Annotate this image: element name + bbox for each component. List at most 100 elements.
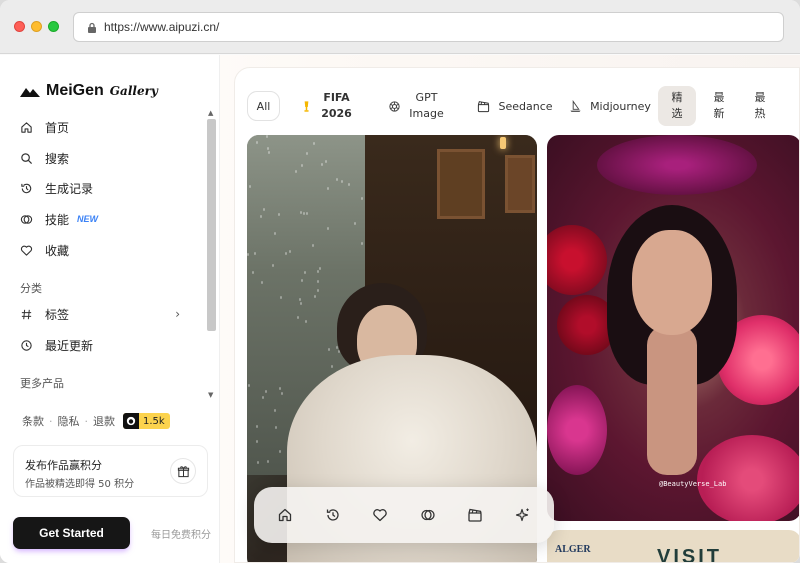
raindrop — [262, 396, 264, 399]
clapperboard-icon — [477, 100, 490, 113]
raindrop — [312, 244, 314, 247]
hash-icon — [20, 308, 33, 321]
promo-title: 发布作品赢积分 — [25, 459, 102, 472]
dock-video-button[interactable] — [459, 499, 491, 531]
filter-midjourney[interactable]: Midjourney — [569, 88, 651, 124]
dock-favorites-button[interactable] — [364, 499, 396, 531]
face — [632, 230, 712, 335]
raindrop — [327, 227, 329, 230]
privacy-link[interactable]: 隐私 — [58, 413, 80, 429]
raindrop — [268, 151, 270, 154]
gift-icon[interactable] — [170, 458, 196, 484]
wall-picture — [437, 149, 485, 219]
dock-skills-button[interactable] — [412, 499, 444, 531]
refund-link[interactable]: 退款 — [93, 413, 115, 429]
filter-label: FIFA 2026 — [321, 91, 352, 120]
close-window-button[interactable] — [14, 21, 25, 32]
clapperboard-icon — [468, 508, 482, 522]
logo[interactable]: MeiGen Gallery — [20, 81, 158, 101]
promo-card[interactable]: 发布作品赢积分 作品被精选即得 50 积分 — [13, 445, 208, 497]
sort-label: 精 选 — [671, 91, 683, 120]
lamp — [500, 137, 506, 149]
raindrop — [256, 141, 258, 144]
filter-gpt-image[interactable]: GPT Image — [381, 88, 451, 124]
raindrop — [280, 296, 282, 299]
scroll-down-arrow-icon[interactable]: ▼ — [208, 391, 213, 399]
raindrop — [279, 387, 281, 390]
sidebar-scrollbar-thumb[interactable] — [207, 119, 216, 331]
gallery-image-card[interactable]: ALGER VISIT — [547, 530, 799, 563]
section-category-label: 分类 — [20, 282, 42, 295]
raindrop — [267, 147, 269, 150]
gallery-image-card[interactable]: @BeautyVerse_Lab — [547, 135, 799, 521]
raindrop — [295, 170, 297, 173]
sidebar-item-tags[interactable]: 标签 › — [20, 303, 190, 325]
raindrop — [305, 320, 307, 323]
rose — [547, 225, 607, 295]
sidebar-item-search[interactable]: 搜索 — [20, 147, 190, 169]
separator: · — [49, 414, 53, 428]
sparkle-icon — [515, 508, 529, 522]
filter-seedance[interactable]: Seedance — [477, 88, 553, 124]
skills-icon — [20, 213, 33, 226]
separator: · — [84, 414, 89, 428]
raindrop — [304, 271, 306, 274]
peony — [697, 435, 799, 521]
sort-hottest[interactable]: 最 热 — [743, 88, 777, 124]
sidebar-item-history[interactable]: 生成记录 — [20, 177, 190, 199]
sidebar-item-skills[interactable]: 技能 NEW — [20, 208, 190, 230]
raindrop — [254, 252, 256, 255]
raindrop — [265, 390, 267, 393]
heart-icon — [20, 244, 33, 257]
poster-headline: VISIT — [657, 546, 723, 563]
raindrop — [272, 264, 274, 267]
minimize-window-button[interactable] — [31, 21, 42, 32]
wall-picture — [505, 155, 535, 213]
dock-sparkle-button[interactable] — [507, 499, 539, 531]
raindrop — [289, 250, 291, 253]
sidebar-item-favorites[interactable]: 收藏 — [20, 239, 190, 261]
sort-latest[interactable]: 最 新 — [702, 88, 736, 124]
sidebar-item-recent-updates[interactable]: 最近更新 — [20, 334, 190, 356]
github-star-count: 1.5k — [143, 415, 165, 427]
sidebar-item-label: 生成记录 — [45, 181, 94, 196]
filter-fifa-2026[interactable]: FIFA 2026 — [291, 88, 361, 124]
raindrop — [248, 384, 250, 387]
raindrop — [325, 160, 327, 163]
openai-icon — [388, 100, 401, 113]
terms-link[interactable]: 条款 — [22, 413, 44, 429]
scroll-up-arrow-icon[interactable]: ▲ — [208, 109, 213, 117]
raindrop — [299, 298, 301, 301]
browser-chrome: https://www.aipuzi.cn/ — [0, 0, 800, 54]
raindrop — [348, 183, 350, 186]
poster-text: ALGER — [555, 544, 591, 555]
floating-dock — [254, 487, 554, 543]
get-started-button[interactable]: Get Started — [13, 517, 130, 549]
heart-icon — [373, 509, 387, 522]
github-stars-badge[interactable]: 1.5k — [123, 413, 170, 429]
dock-history-button[interactable] — [317, 499, 349, 531]
filter-all[interactable]: All — [247, 91, 280, 121]
sidebar-item-label: 技能 — [45, 212, 70, 227]
dock-home-button[interactable] — [269, 499, 301, 531]
raindrop — [336, 178, 338, 181]
raindrop — [328, 348, 330, 351]
raindrop — [256, 425, 258, 428]
raindrop — [341, 180, 343, 183]
raindrop — [275, 426, 277, 429]
raindrop — [263, 208, 265, 211]
section-more-products-label: 更多产品 — [20, 377, 64, 390]
raindrop — [256, 440, 258, 443]
history-icon — [20, 182, 33, 195]
address-bar[interactable]: https://www.aipuzi.cn/ — [73, 12, 784, 42]
browser-window: https://www.aipuzi.cn/ MeiGen Gallery 首页 — [0, 0, 800, 563]
raindrop — [285, 252, 287, 255]
sidebar-item-home[interactable]: 首页 — [20, 116, 190, 138]
sort-featured[interactable]: 精 选 — [658, 86, 696, 126]
promo-subtitle: 作品被精选即得 50 积分 — [25, 479, 135, 490]
raindrop — [297, 316, 299, 319]
sidebar-item-label: 最近更新 — [45, 338, 94, 353]
raindrop — [361, 242, 363, 245]
image-watermark: @BeautyVerse_Lab — [659, 480, 727, 488]
maximize-window-button[interactable] — [48, 21, 59, 32]
